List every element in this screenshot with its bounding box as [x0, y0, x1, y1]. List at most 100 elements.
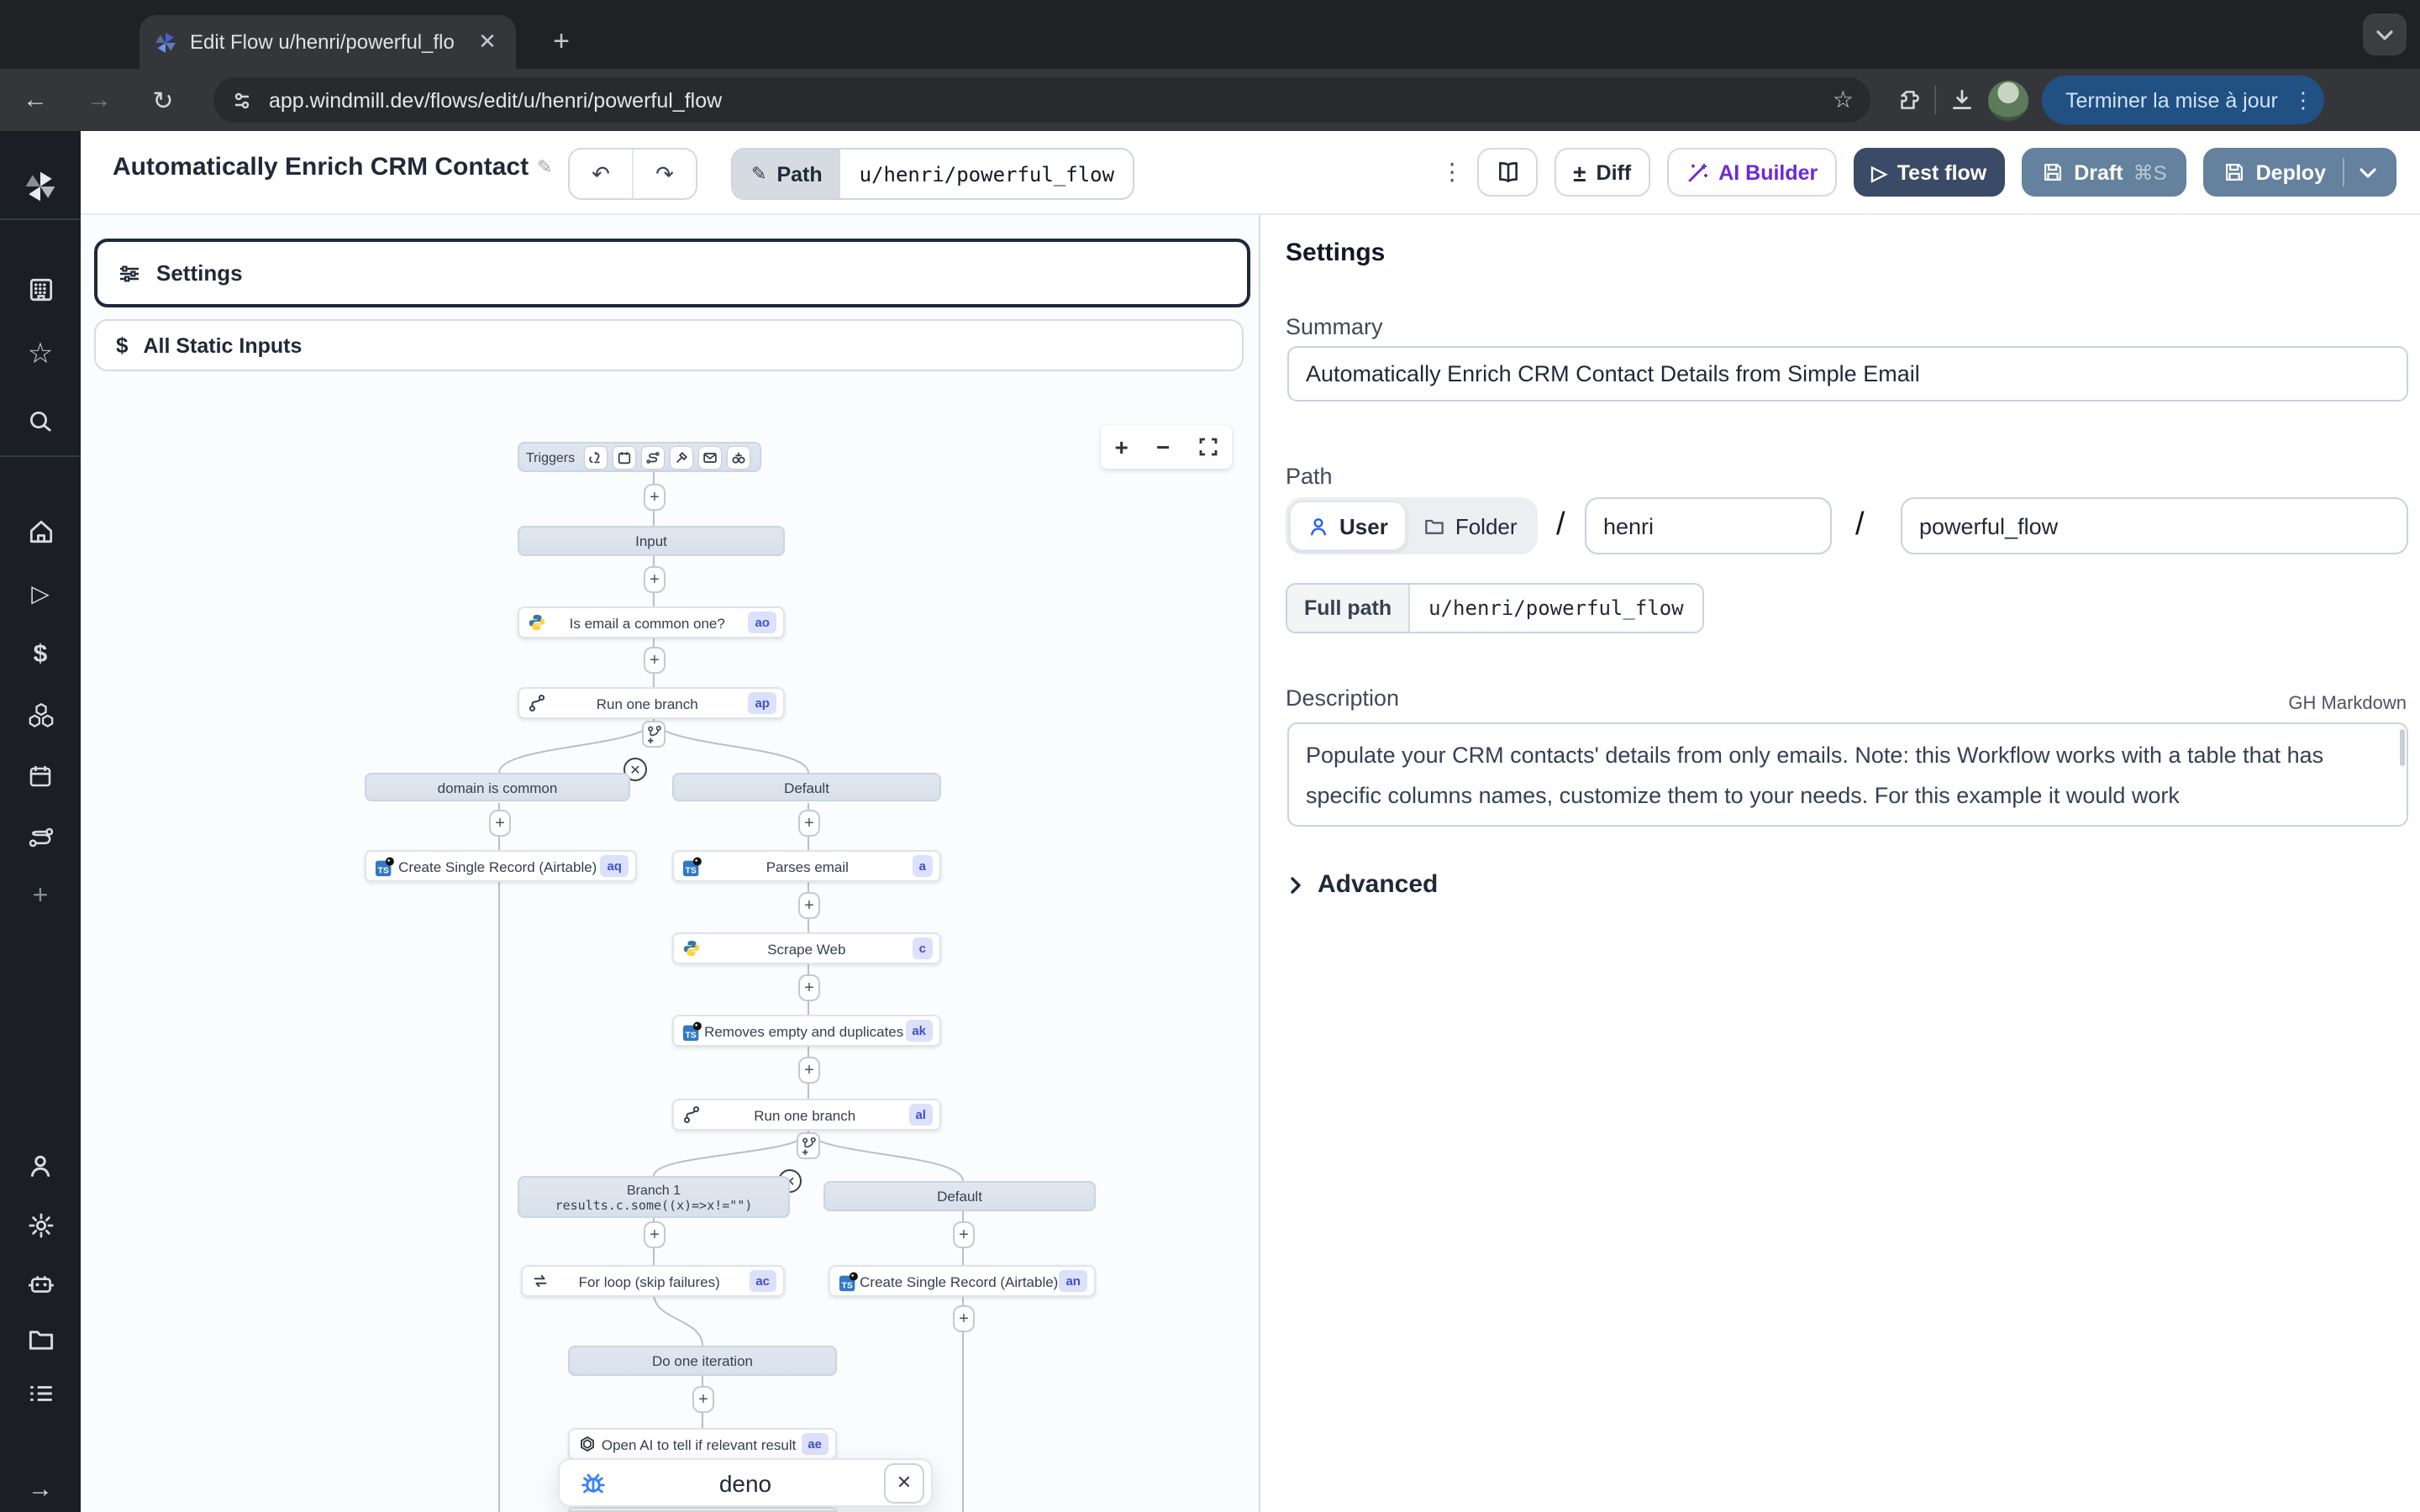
- bookmark-star-icon[interactable]: ☆: [1833, 86, 1854, 114]
- step-node-create-record-left[interactable]: Create Single Record (Airtable) aq: [365, 850, 637, 882]
- input-node[interactable]: Input: [518, 526, 785, 556]
- add-step-button[interactable]: +: [644, 1221, 666, 1248]
- step-node-run-one-branch-top[interactable]: Run one branch ap: [518, 687, 785, 719]
- forward-icon[interactable]: →: [77, 78, 121, 122]
- toggle-user-label: User: [1339, 513, 1388, 538]
- add-step-button[interactable]: +: [798, 810, 820, 837]
- step-node-scrape-web[interactable]: Scrape Web c: [672, 932, 941, 964]
- avatar[interactable]: [1988, 80, 2028, 120]
- add-step-button[interactable]: +: [644, 647, 666, 674]
- sidebar-item-runs[interactable]: ▷: [0, 570, 81, 617]
- branch-label-default2[interactable]: Default: [823, 1181, 1096, 1211]
- sidebar-item-schedules[interactable]: [0, 753, 81, 800]
- url-bar[interactable]: app.windmill.dev/flows/edit/u/henri/powe…: [213, 77, 1870, 123]
- branch-label-branch1[interactable]: Branch 1 results.c.some((x)=>x!=""): [518, 1176, 790, 1218]
- new-tab-button[interactable]: +: [541, 22, 581, 62]
- add-step-button[interactable]: +: [644, 484, 666, 511]
- close-icon[interactable]: ✕: [884, 1462, 924, 1503]
- sidebar-item-workers[interactable]: [0, 1260, 81, 1307]
- tab-close-icon[interactable]: ✕: [472, 27, 502, 57]
- browser-tab-strip: Edit Flow u/henri/powerful_flo ✕ +: [0, 0, 2420, 69]
- step-node-run-one-branch-bottom[interactable]: Run one branch al: [672, 1099, 941, 1131]
- triggers-node[interactable]: Triggers: [518, 442, 761, 472]
- add-step-button[interactable]: +: [953, 1221, 975, 1248]
- tutorials-button[interactable]: [1477, 148, 1538, 197]
- toggle-user[interactable]: User: [1289, 501, 1407, 551]
- site-info-icon[interactable]: [230, 88, 254, 112]
- sidebar-item-user[interactable]: [0, 1142, 81, 1189]
- redo-button[interactable]: ↷: [632, 150, 696, 198]
- step-node-openai[interactable]: Open AI to tell if relevant result ae: [568, 1428, 837, 1460]
- sidebar-item-home[interactable]: [0, 507, 81, 554]
- email-icon[interactable]: [699, 446, 721, 468]
- step-node-removes-duplicates[interactable]: Removes empty and duplicates ak: [672, 1015, 941, 1047]
- test-flow-button[interactable]: ▷Test flow: [1853, 148, 2005, 197]
- toolbar-divider: [1934, 86, 1936, 114]
- sidebar-item-variables[interactable]: $: [0, 630, 81, 677]
- sidebar-item-folders[interactable]: [0, 1315, 81, 1362]
- loop-iteration-node[interactable]: Do one iteration: [568, 1346, 837, 1376]
- add-step-button[interactable]: +: [489, 810, 511, 837]
- path-owner-input[interactable]: [1585, 497, 1832, 554]
- route-icon[interactable]: [642, 446, 664, 468]
- reload-icon[interactable]: ↻: [141, 78, 185, 122]
- flow-title[interactable]: Automatically Enrich CRM Contact ✎: [113, 153, 553, 181]
- step-node-is-email[interactable]: Is email a common one? ao: [518, 606, 785, 638]
- back-icon[interactable]: ←: [13, 78, 57, 122]
- favorites-star-icon[interactable]: ☆: [0, 331, 81, 378]
- browser-tab[interactable]: Edit Flow u/henri/powerful_flo ✕: [139, 15, 516, 69]
- step-badge: ap: [748, 692, 776, 714]
- websocket-icon[interactable]: [671, 446, 692, 468]
- sidebar-add-icon[interactable]: +: [0, 874, 81, 921]
- download-icon[interactable]: [1949, 87, 1975, 113]
- webhook-icon[interactable]: [585, 446, 607, 468]
- poll-icon[interactable]: [728, 446, 750, 468]
- add-step-button[interactable]: +: [798, 892, 820, 919]
- path-name-input[interactable]: [1901, 497, 2408, 554]
- step-label: Is email a common one?: [546, 614, 748, 631]
- windmill-logo-icon[interactable]: [0, 163, 81, 210]
- add-step-button[interactable]: +: [798, 1057, 820, 1084]
- extensions-icon[interactable]: [1896, 87, 1921, 113]
- sidebar-item-resources[interactable]: [0, 690, 81, 738]
- schedule-icon[interactable]: [613, 446, 635, 468]
- branch-label-default[interactable]: Default: [672, 773, 941, 801]
- draft-button[interactable]: Draft⌘S: [2022, 148, 2186, 197]
- add-branch-button[interactable]: [797, 1132, 820, 1159]
- deploy-button[interactable]: Deploy: [2204, 148, 2396, 197]
- deploy-label: Deploy: [2256, 160, 2326, 184]
- add-step-button[interactable]: +: [644, 566, 666, 593]
- sidebar-item-workspace[interactable]: [0, 265, 81, 312]
- textarea-scrollbar[interactable]: [2400, 729, 2405, 766]
- settings-gear-icon[interactable]: [0, 1201, 81, 1248]
- path-button[interactable]: ✎Path u/henri/powerful_flow: [731, 148, 1134, 200]
- window-chevron-button[interactable]: [2363, 13, 2407, 55]
- deploy-dropdown[interactable]: [2343, 158, 2376, 186]
- summary-input[interactable]: [1287, 346, 2408, 402]
- browser-menu-icon[interactable]: ⋮: [2291, 92, 2315, 108]
- more-options-icon[interactable]: ⋮: [1440, 165, 1460, 180]
- step-node-partial[interactable]: [568, 1507, 837, 1512]
- sidebar-divider: [0, 455, 81, 457]
- ai-builder-button[interactable]: AI Builder: [1666, 148, 1836, 197]
- add-branch-button[interactable]: [642, 721, 666, 748]
- description-textarea[interactable]: Populate your CRM contacts' details from…: [1287, 722, 2408, 827]
- sidebar-item-routes[interactable]: [0, 813, 81, 860]
- advanced-toggle[interactable]: Advanced: [1291, 870, 1438, 899]
- graph-edges: [81, 215, 1260, 1512]
- branch-label-domain[interactable]: domain is common: [365, 773, 630, 801]
- toggle-folder[interactable]: Folder: [1407, 502, 1534, 549]
- step-node-parses-email[interactable]: Parses email a: [672, 850, 941, 882]
- diff-button[interactable]: ±Diff: [1555, 148, 1649, 197]
- undo-button[interactable]: ↶: [570, 150, 632, 198]
- chrome-update-button[interactable]: Terminer la mise à jour ⋮: [2042, 76, 2325, 124]
- add-step-button[interactable]: +: [692, 1386, 714, 1413]
- collapse-arrow-icon[interactable]: →: [0, 1465, 81, 1512]
- add-step-button[interactable]: +: [953, 1305, 975, 1332]
- step-node-create-record-right[interactable]: Create Single Record (Airtable) an: [829, 1265, 1096, 1297]
- search-icon[interactable]: [0, 398, 81, 445]
- sidebar-item-logs[interactable]: [0, 1369, 81, 1416]
- add-step-button[interactable]: +: [798, 974, 820, 1001]
- step-node-for-loop[interactable]: For loop (skip failures) ac: [521, 1265, 785, 1297]
- typescript-icon: [375, 856, 395, 876]
